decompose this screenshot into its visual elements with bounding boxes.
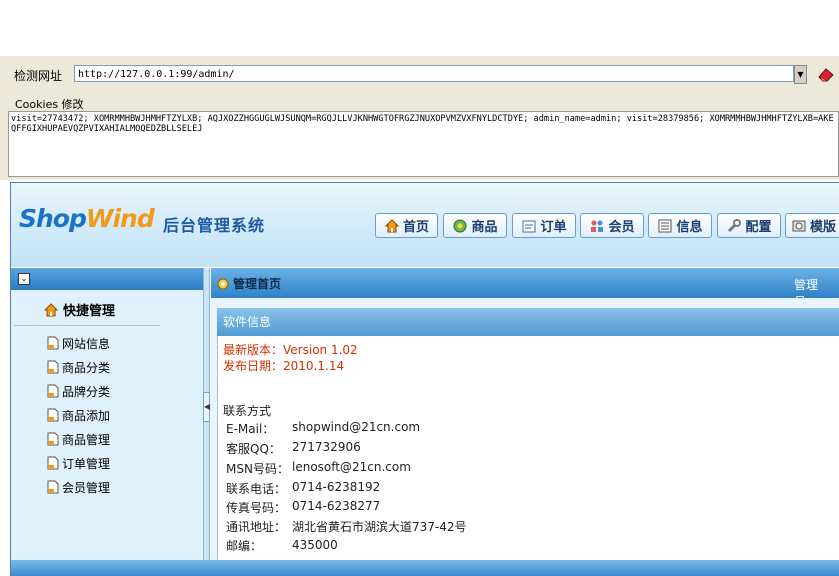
page-title: 管理首页	[216, 275, 281, 292]
sidebar-item-brand-category[interactable]: 品牌分类	[47, 382, 110, 400]
contact-label: 联系电话：	[226, 482, 287, 496]
document-icon	[47, 456, 59, 470]
document-icon	[47, 408, 59, 422]
wrench-icon	[728, 218, 742, 232]
url-input[interactable]: http://127.0.0.1:99/admin/	[74, 65, 794, 82]
version-value: Version 1.02	[283, 343, 358, 357]
document-icon	[47, 480, 59, 494]
contact-value: 271732906	[292, 440, 361, 454]
quick-manage-label: 快捷管理	[63, 304, 116, 319]
contact-label: 传真号码：	[226, 501, 287, 515]
sidebar-item-order-manage[interactable]: 订单管理	[47, 454, 110, 472]
home-icon	[384, 218, 400, 232]
release-date-label: 发布日期：	[223, 359, 284, 373]
contact-value: lenosoft@21cn.com	[292, 460, 411, 474]
contact-value: 湖北省黄石市湖滨大道737-42号	[292, 520, 467, 534]
sidebar-item-add-goods[interactable]: 商品添加	[47, 406, 110, 424]
sidebar-item-label: 商品分类	[62, 360, 111, 375]
nav-members-label: 会员	[608, 220, 635, 235]
contact-value: 435000	[292, 538, 338, 552]
nav-config-label: 配置	[745, 220, 772, 235]
gear-icon	[217, 278, 229, 289]
contact-label: 通讯地址：	[226, 520, 287, 534]
document-icon	[47, 432, 59, 446]
document-icon	[47, 336, 59, 350]
sidebar-toggle[interactable]: ⌄	[18, 273, 30, 285]
nav-template-label: 模版	[810, 220, 837, 235]
shopwind-logo: ShopWind	[19, 204, 155, 233]
main-header	[211, 268, 839, 298]
divider	[14, 325, 160, 326]
sidebar-item-label: 会员管理	[62, 480, 111, 495]
eraser-icon[interactable]	[817, 66, 835, 82]
contact-value: shopwind@21cn.com	[292, 420, 421, 434]
nav-members-button[interactable]: 会员	[580, 213, 644, 238]
url-label: 检测网址	[14, 69, 63, 83]
version-row: 最新版本：Version 1.02	[223, 341, 358, 358]
panel-title: 软件信息	[223, 315, 272, 329]
sidebar-item-label: 商品管理	[62, 432, 111, 447]
contact-label: MSN号码：	[226, 462, 289, 476]
order-icon	[522, 220, 536, 232]
release-date-row: 发布日期：2010.1.14	[223, 357, 344, 374]
collapse-sidebar-arrow-icon[interactable]: ◀	[203, 392, 210, 422]
info-icon	[658, 219, 672, 232]
nav-info-label: 信息	[676, 220, 703, 235]
nav-orders-label: 订单	[540, 220, 567, 235]
quick-manage-heading: 快捷管理	[43, 300, 115, 319]
contact-value: 0714-6238277	[292, 499, 381, 513]
document-icon	[47, 360, 59, 374]
cookie-label: Cookies 修改	[15, 98, 84, 111]
cookie-textarea[interactable]: visit=27743472; XOMRMMHBWJHMHFTZYLXB; AQ…	[8, 111, 839, 177]
system-title: 后台管理系统	[163, 216, 266, 235]
nav-home-label: 首页	[402, 220, 429, 235]
contact-label: E-Mail：	[226, 422, 275, 436]
members-icon	[591, 220, 604, 232]
panel-header	[217, 308, 839, 336]
version-label: 最新版本：	[223, 343, 284, 357]
page-title-label: 管理首页	[233, 277, 282, 291]
nav-template-button[interactable]: 模版	[785, 213, 839, 238]
nav-orders-button[interactable]: 订单	[512, 213, 576, 238]
sidebar-item-label: 订单管理	[62, 456, 111, 471]
release-date-value: 2010.1.14	[283, 359, 345, 373]
nav-home-button[interactable]: 首页	[375, 213, 438, 238]
template-icon	[792, 220, 806, 231]
sidebar-item-label: 商品添加	[62, 408, 111, 423]
sidebar-item-label: 网站信息	[62, 336, 111, 351]
home-icon	[43, 302, 59, 316]
contact-label: 客服QQ：	[226, 442, 281, 456]
sidebar-item-member-manage[interactable]: 会员管理	[47, 478, 110, 496]
contact-title: 联系方式	[223, 404, 272, 418]
sidebar-item-site-info[interactable]: 网站信息	[47, 334, 110, 352]
sidebar	[11, 290, 203, 560]
document-icon	[47, 384, 59, 398]
contact-value: 0714-6238192	[292, 480, 381, 494]
nav-goods-button[interactable]: 商品	[443, 213, 507, 238]
bottom-bar	[11, 560, 839, 576]
contact-label: 邮编：	[226, 539, 263, 553]
nav-info-button[interactable]: 信息	[648, 213, 712, 238]
sidebar-header	[11, 268, 203, 290]
nav-config-button[interactable]: 配置	[717, 213, 781, 238]
url-dropdown-button[interactable]: ▼	[794, 65, 807, 84]
sidebar-item-goods-category[interactable]: 商品分类	[47, 358, 110, 376]
nav-goods-label: 商品	[471, 220, 498, 235]
sidebar-item-label: 品牌分类	[62, 384, 111, 399]
sidebar-item-goods-manage[interactable]: 商品管理	[47, 430, 110, 448]
goods-icon	[453, 219, 467, 232]
